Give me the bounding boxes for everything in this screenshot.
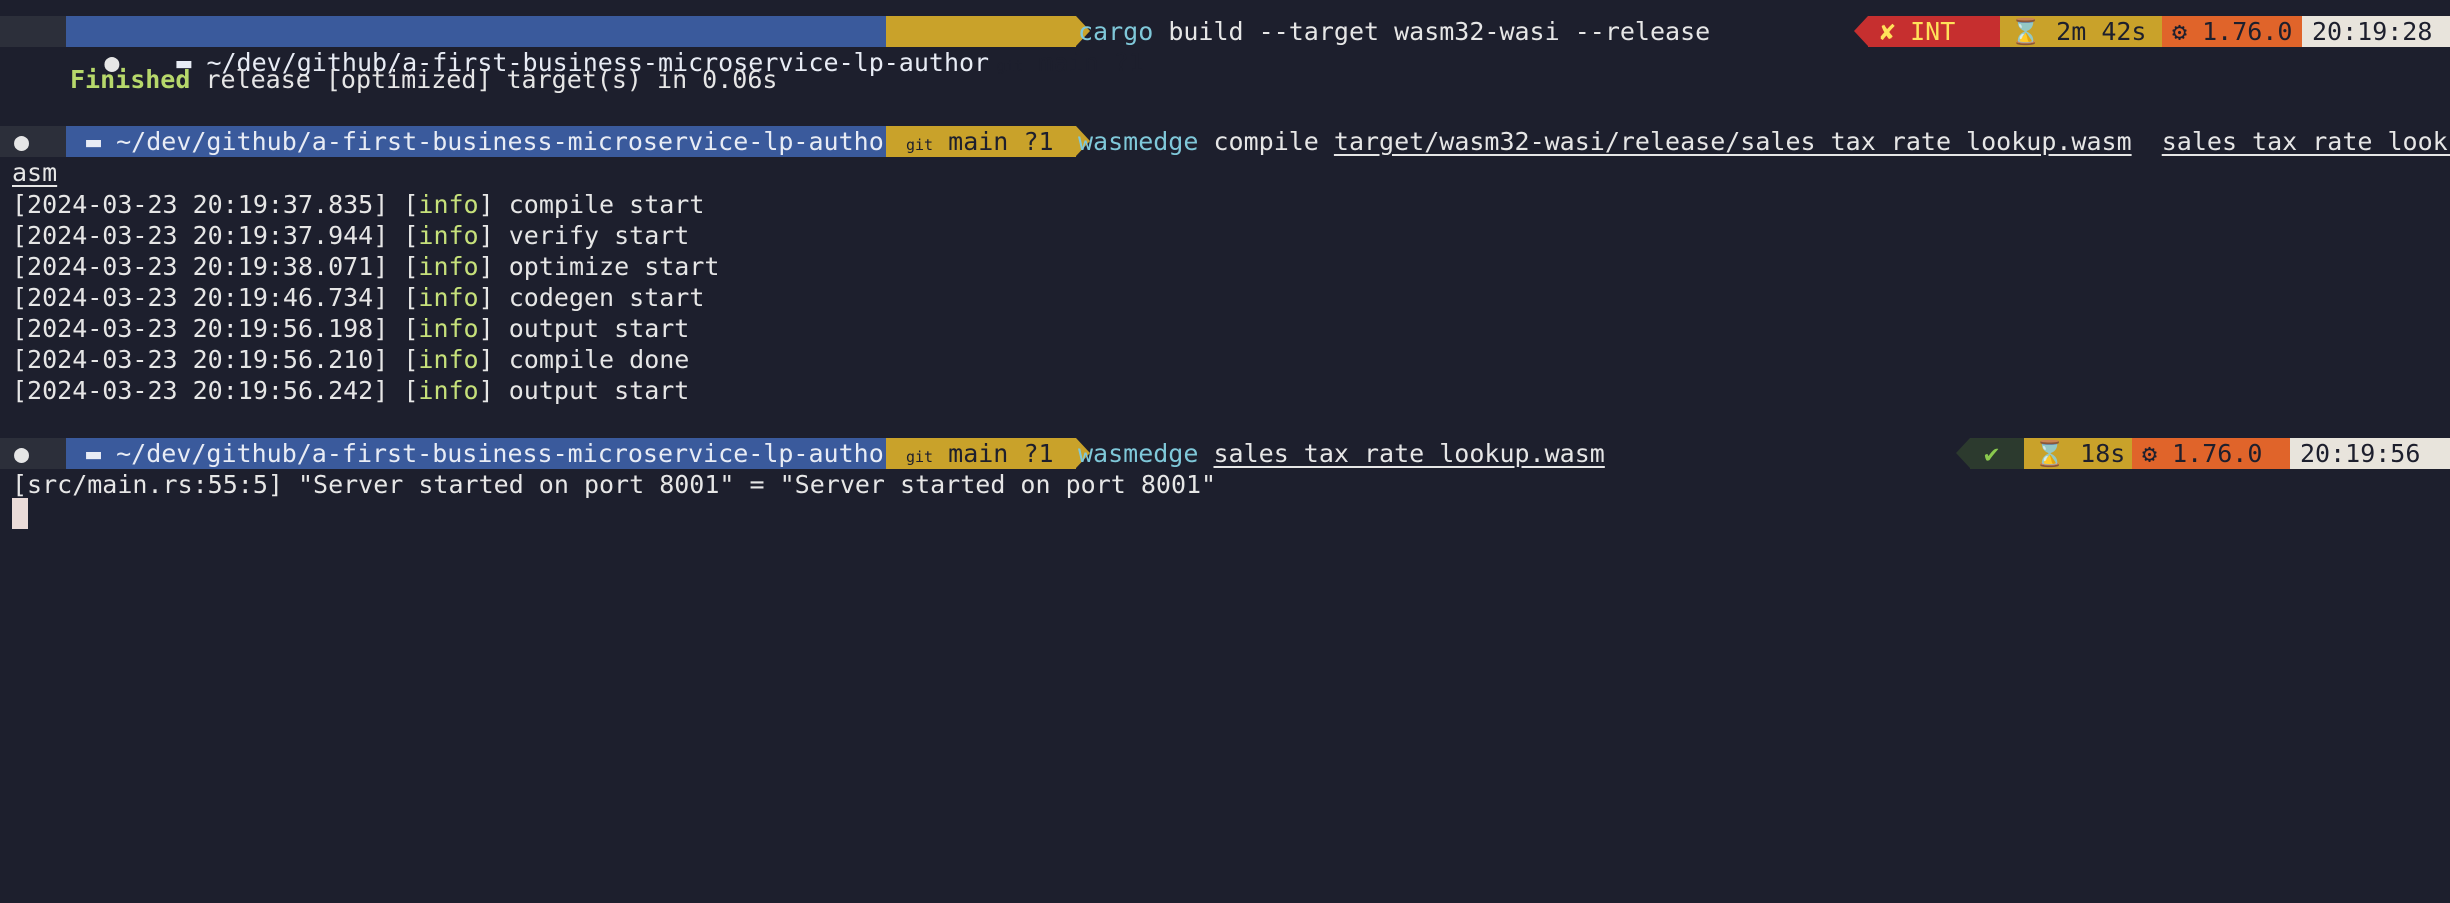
apple-icon: ● (14, 127, 30, 156)
log-line: [2024-03-23 20:19:56.198] [info] output … (12, 314, 690, 343)
log-line: [2024-03-23 20:19:56.242] [info] output … (12, 376, 690, 405)
terminal-window[interactable]: ● ▬ ~/dev/github/a-first-business-micros… (0, 0, 2450, 582)
prompt-line-1: ● ▬ ~/dev/github/a-first-business-micros… (0, 16, 2450, 77)
duration-segment: ⌛ 18s (2024, 438, 2132, 469)
prompt-line-2: ● ▬ ~/dev/github/a-first-business-micros… (0, 126, 2450, 157)
time-segment: 20:19:56 (2290, 438, 2450, 469)
git-branch-icon: git (906, 136, 934, 154)
folder-icon: ▬ (86, 439, 102, 468)
time-segment: 20:19:28 (2302, 16, 2450, 47)
prompt-line-3: ● ▬ ~/dev/github/a-first-business-micros… (0, 438, 2450, 469)
duration-segment: ⌛ 2m 42s (2000, 16, 2162, 47)
log-line: [2024-03-23 20:19:37.944] [info] verify … (12, 221, 690, 250)
log-line: [2024-03-23 20:19:37.835] [info] compile… (12, 190, 705, 219)
wrapped-arg: asm (12, 158, 58, 187)
output-line: [src/main.rs:55:5] "Server started on po… (12, 470, 1217, 499)
text-cursor (12, 498, 28, 529)
git-branch-icon: git (906, 448, 934, 466)
command-text: wasmedge sales_tax_rate_lookup.wasm (1078, 439, 1605, 468)
path-segment: ▬ ~/dev/github/a-first-business-microser… (66, 126, 899, 157)
rust-version-segment: ⚙ 1.76.0 (2132, 438, 2290, 469)
output-line: Finished release [optimized] target(s) i… (70, 65, 778, 94)
log-line: [2024-03-23 20:19:46.734] [info] codegen… (12, 283, 705, 312)
path-segment: ▬ ~/dev/github/a-first-business-microser… (66, 438, 899, 469)
log-line: [2024-03-23 20:19:38.071] [info] optimiz… (12, 252, 720, 281)
git-branch-icon: git (996, 57, 1024, 75)
exit-status-segment: ✘ INT (1868, 16, 2000, 47)
folder-icon: ▬ (86, 127, 102, 156)
success-status-segment: ✔ (1970, 438, 2024, 469)
git-segment: git main ?1 (886, 438, 1076, 469)
command-text: wasmedge compile target/wasm32-wasi/rele… (1078, 127, 2450, 156)
apple-icon: ● (14, 439, 30, 468)
rust-version-segment: ⚙ 1.76.0 (2162, 16, 2302, 47)
command-text: cargo build --target wasm32-wasi --relea… (1078, 17, 1711, 46)
path-segment: ▬ ~/dev/github/a-first-business-microser… (66, 16, 989, 77)
git-segment: git main ?1 (886, 126, 1076, 157)
log-line: [2024-03-23 20:19:56.210] [info] compile… (12, 345, 690, 374)
git-segment: git main ?1 (886, 16, 1144, 77)
